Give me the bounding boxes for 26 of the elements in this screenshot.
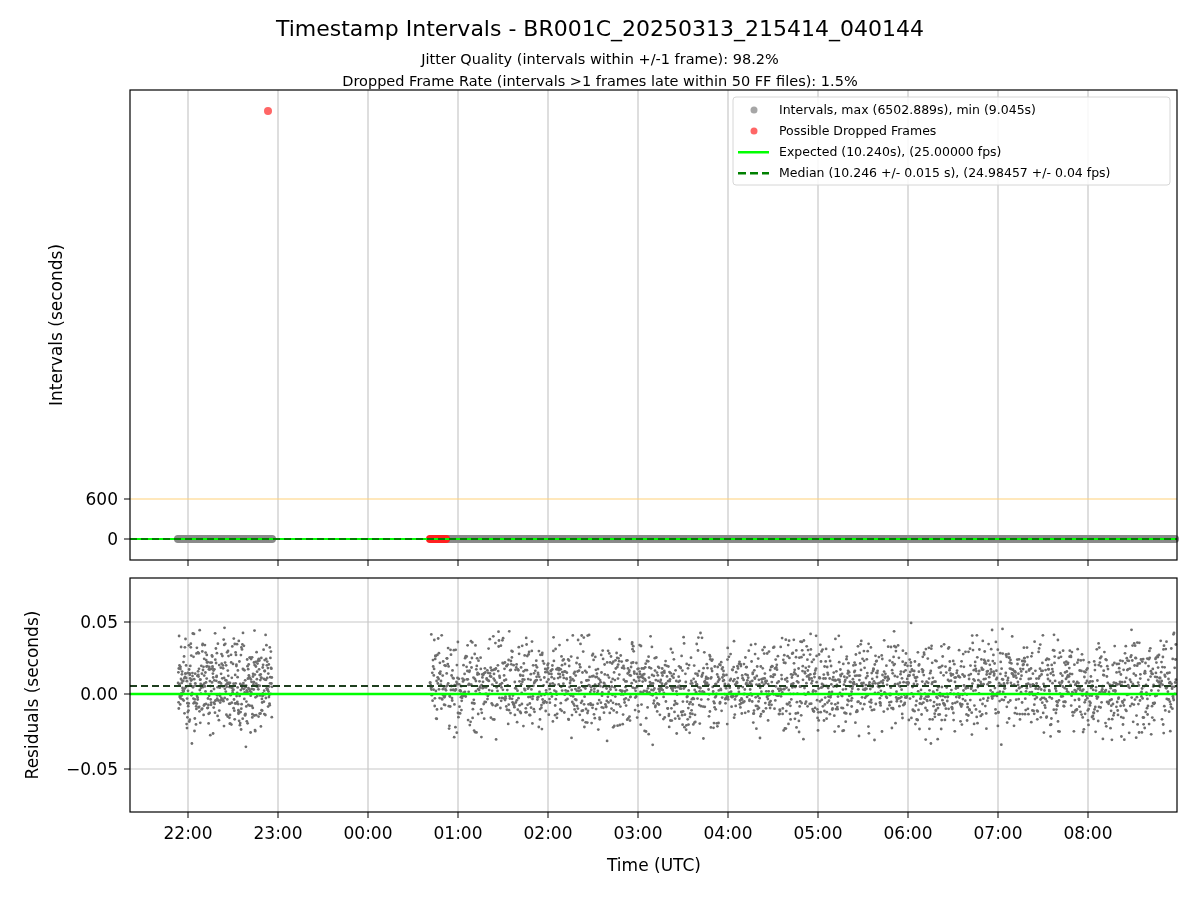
y-axis-label: Residuals (seconds) xyxy=(22,610,42,780)
x-tick-label: 05:00 xyxy=(793,823,843,843)
x-tick-label: 22:00 xyxy=(163,823,213,843)
y-tick-label: 0.05 xyxy=(80,612,118,632)
legend-label: Expected (10.240s), (25.00000 fps) xyxy=(779,144,1002,159)
x-tick-label: 02:00 xyxy=(523,823,573,843)
x-tick-label: 07:00 xyxy=(973,823,1023,843)
x-tick-label: 03:00 xyxy=(613,823,663,843)
legend-label: Median (10.246 +/- 0.015 s), (24.98457 +/- 0.04 fps) xyxy=(779,165,1111,180)
y-tick-label: 0.00 xyxy=(80,684,118,704)
figure-subtitle: Dropped Frame Rate (intervals >1 frames late within 50 FF files): 1.5% xyxy=(342,73,858,89)
x-tick-label: 23:00 xyxy=(253,823,303,843)
y-tick-label: −0.05 xyxy=(65,759,118,779)
legend-label: Intervals, max (6502.889s), min (9.045s) xyxy=(779,102,1036,117)
x-tick-label: 06:00 xyxy=(883,823,933,843)
y-tick-label: 0 xyxy=(107,529,118,549)
figure-subtitle: Jitter Quality (intervals within +/-1 frame): 98.2% xyxy=(421,51,779,67)
y-axis-label: Intervals (seconds) xyxy=(46,243,66,407)
x-tick-label: 01:00 xyxy=(433,823,483,843)
x-tick-label: 08:00 xyxy=(1063,823,1113,843)
y-tick-label: 600 xyxy=(85,489,118,509)
legend-label: Possible Dropped Frames xyxy=(779,123,937,138)
x-tick-label: 04:00 xyxy=(703,823,753,843)
figure-title: Timestamp Intervals - BR001C_20250313_215414_040144 xyxy=(275,16,925,41)
x-axis-label: Time (UTC) xyxy=(607,855,701,875)
x-tick-label: 00:00 xyxy=(343,823,393,843)
